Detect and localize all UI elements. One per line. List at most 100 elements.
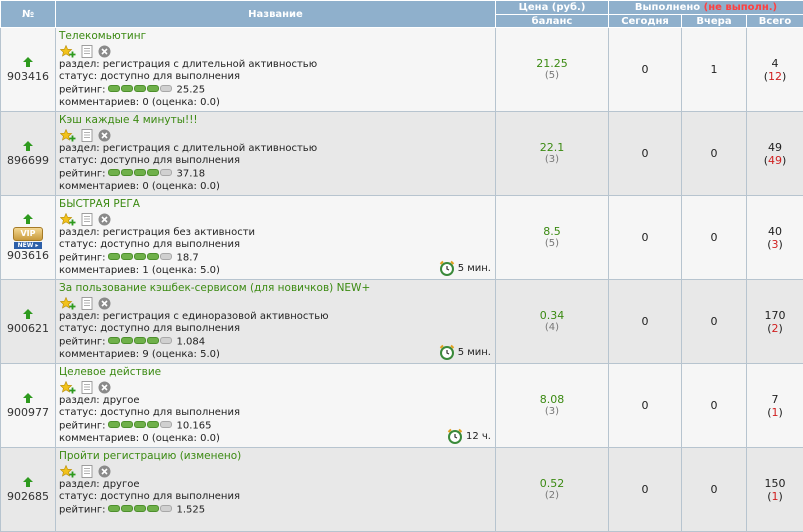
star-add-favorite-icon[interactable] xyxy=(60,381,76,394)
col-price-header[interactable]: Цена (руб.) xyxy=(496,1,609,15)
task-section: раздел: регистрация без активности xyxy=(59,227,493,239)
task-section: раздел: другое xyxy=(59,395,493,407)
done-today: 0 xyxy=(609,112,682,196)
task-title-link[interactable]: Телекомьютинг xyxy=(59,30,493,43)
notdone-label: (не выполн.) xyxy=(704,2,778,13)
green-up-arrow-icon[interactable] xyxy=(23,214,33,224)
rating-dot xyxy=(121,169,133,176)
done-total-cell: 7 (1) xyxy=(747,364,803,448)
alarm-clock-icon xyxy=(447,428,463,444)
green-up-arrow-icon[interactable] xyxy=(23,141,33,151)
rating-value: 10.165 xyxy=(176,421,211,432)
document-icon[interactable] xyxy=(81,465,93,478)
document-icon[interactable] xyxy=(81,45,93,58)
col-done-header: Выполнено (не выполн.) xyxy=(609,1,803,15)
rating-dot xyxy=(108,169,120,176)
task-balance: (2) xyxy=(496,490,608,502)
task-price-cell: 21.25 (5) xyxy=(496,28,609,112)
rating-dot xyxy=(160,85,172,92)
star-add-favorite-icon[interactable] xyxy=(60,465,76,478)
task-id: 902685 xyxy=(7,490,49,503)
close-circle-icon[interactable] xyxy=(98,465,111,478)
star-add-favorite-icon[interactable] xyxy=(60,297,76,310)
timer-text: 5 мин. xyxy=(458,347,491,358)
done-total: 49 xyxy=(747,141,803,154)
close-circle-icon[interactable] xyxy=(98,381,111,394)
document-icon[interactable] xyxy=(81,297,93,310)
task-price-cell: 0.34 (4) xyxy=(496,280,609,364)
done-total: 7 xyxy=(747,393,803,406)
rating-value: 18.7 xyxy=(176,253,198,264)
close-circle-icon[interactable] xyxy=(98,213,111,226)
rating-dot xyxy=(121,253,133,260)
task-comments[interactable]: комментариев: 9 (оценка: 5.0) xyxy=(59,349,493,361)
task-id: 900977 xyxy=(7,406,49,419)
task-comments[interactable]: комментариев: 0 (оценка: 0.0) xyxy=(59,97,493,109)
not-done-count: (3) xyxy=(747,238,803,251)
task-title-link[interactable]: За пользование кэшбек-сервисом (для нови… xyxy=(59,282,493,295)
col-name-header[interactable]: Название xyxy=(56,1,496,28)
task-comments[interactable]: комментариев: 1 (оценка: 5.0) xyxy=(59,265,493,277)
star-add-favorite-icon[interactable] xyxy=(60,213,76,226)
done-total: 40 xyxy=(747,225,803,238)
task-title-link[interactable]: Кэш каждые 4 минуты!!! xyxy=(59,114,493,127)
task-rating: рейтинг:1.525 xyxy=(59,503,493,517)
green-up-arrow-icon[interactable] xyxy=(23,477,33,487)
document-icon[interactable] xyxy=(81,129,93,142)
col-today-header[interactable]: Сегодня xyxy=(609,15,682,28)
green-up-arrow-icon[interactable] xyxy=(23,57,33,67)
task-rating: рейтинг:25.25 xyxy=(59,83,493,97)
task-status: статус: доступно для выполнения xyxy=(59,155,493,167)
col-num-header[interactable]: № xyxy=(1,1,56,28)
rating-dot xyxy=(134,85,146,92)
col-balance-header[interactable]: баланс xyxy=(496,15,609,28)
star-add-favorite-icon[interactable] xyxy=(60,129,76,142)
task-title-link[interactable]: Пройти регистрацию (изменено) xyxy=(59,450,493,463)
col-yesterday-header[interactable]: Вчера xyxy=(682,15,747,28)
task-info-cell: Пройти регистрацию (изменено) раздел: др… xyxy=(56,448,496,532)
done-total-cell: 170 (2) xyxy=(747,280,803,364)
table-row: 900621 За пользование кэшбек-сервисом (д… xyxy=(1,280,803,364)
rating-dot xyxy=(121,85,133,92)
task-price: 8.5 xyxy=(496,225,608,238)
rating-bar xyxy=(108,83,173,95)
rating-dot xyxy=(147,169,159,176)
task-number-cell: 903416 xyxy=(1,28,56,112)
task-comments[interactable]: комментариев: 0 (оценка: 0.0) xyxy=(59,181,493,193)
task-balance: (4) xyxy=(496,322,608,334)
done-today: 0 xyxy=(609,28,682,112)
close-circle-icon[interactable] xyxy=(98,297,111,310)
done-yesterday: 0 xyxy=(682,280,747,364)
task-section: раздел: другое xyxy=(59,479,493,491)
done-yesterday: 0 xyxy=(682,364,747,448)
task-timer: 5 мин. xyxy=(439,344,491,360)
task-balance: (3) xyxy=(496,154,608,166)
task-comments[interactable]: комментариев: 0 (оценка: 0.0) xyxy=(59,433,493,445)
task-rating: рейтинг:18.7 xyxy=(59,251,493,265)
table-row: 896699 Кэш каждые 4 минуты!!! раздел: ре… xyxy=(1,112,803,196)
not-done-count: (49) xyxy=(747,154,803,167)
task-title-link[interactable]: БЫСТРАЯ РЕГА xyxy=(59,198,493,211)
rating-value: 37.18 xyxy=(176,169,205,180)
task-status: статус: доступно для выполнения xyxy=(59,323,493,335)
document-icon[interactable] xyxy=(81,381,93,394)
rating-bar xyxy=(108,335,173,347)
col-total-header[interactable]: Всего xyxy=(747,15,803,28)
task-price: 0.52 xyxy=(496,477,608,490)
green-up-arrow-icon[interactable] xyxy=(23,393,33,403)
table-row: 902685 Пройти регистрацию (изменено) раз… xyxy=(1,448,803,532)
close-circle-icon[interactable] xyxy=(98,129,111,142)
done-yesterday: 1 xyxy=(682,28,747,112)
task-rating: рейтинг:10.165 xyxy=(59,419,493,433)
star-add-favorite-icon[interactable] xyxy=(60,45,76,58)
rating-dot xyxy=(108,253,120,260)
tasks-table: № Название Цена (руб.) Выполнено (не вып… xyxy=(0,0,803,532)
rating-dot xyxy=(108,421,120,428)
done-today: 0 xyxy=(609,364,682,448)
close-circle-icon[interactable] xyxy=(98,45,111,58)
document-icon[interactable] xyxy=(81,213,93,226)
task-title-link[interactable]: Целевое действие xyxy=(59,366,493,379)
task-number-cell: VIPNEW ▸ 903616 xyxy=(1,196,56,280)
rating-dot xyxy=(121,421,133,428)
green-up-arrow-icon[interactable] xyxy=(23,309,33,319)
